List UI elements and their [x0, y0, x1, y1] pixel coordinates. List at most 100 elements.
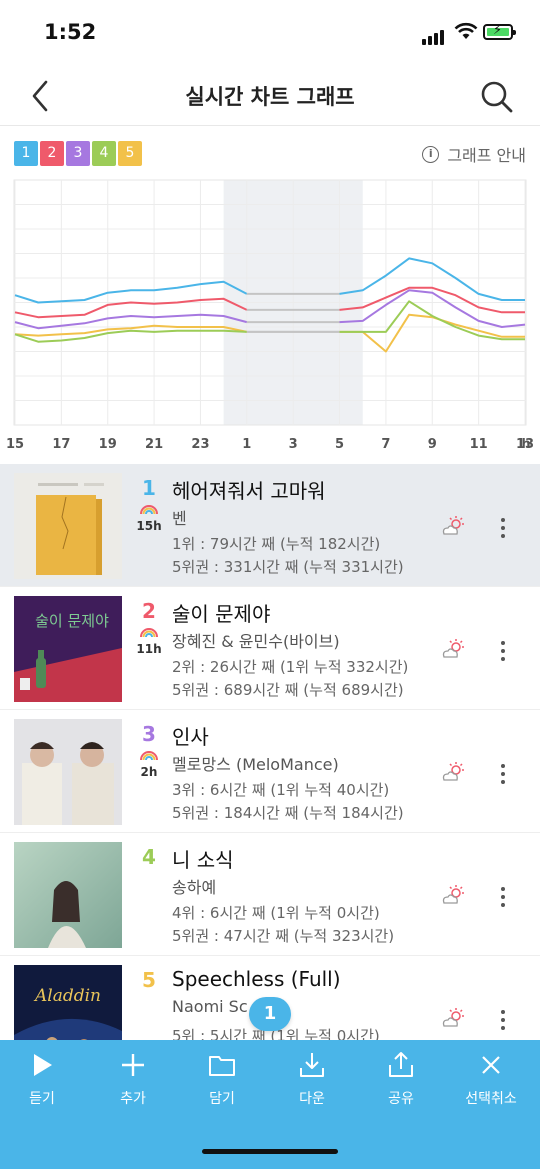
x-tick-label: 19	[99, 437, 117, 452]
info-icon: i	[422, 145, 440, 163]
graph-guide-label: 그래프 안내	[447, 146, 526, 165]
legend-rank-1: 1	[14, 141, 38, 166]
x-tick-label: 17	[52, 437, 70, 452]
cover-title: Aladdin	[33, 986, 101, 1006]
top5-stat: 5위권 : 689시간 째 (누적 689시간)	[172, 681, 404, 699]
cancel-selection-label: 선택취소	[465, 1091, 517, 1107]
status-bar: 1:52 ⚡	[0, 0, 540, 66]
signal-icon	[422, 26, 446, 45]
graph-guide-button[interactable]: i 그래프 안내	[422, 142, 526, 166]
x-tick-label: 9	[428, 437, 437, 452]
song-title: 인사	[172, 725, 209, 749]
rank-number: 5	[142, 968, 156, 992]
rank-number: 2	[142, 599, 156, 623]
rank-legend: 1 2 3 4 5	[14, 141, 144, 166]
more-icon[interactable]	[495, 639, 511, 663]
song-artist: 멜로망스 (MeloMance)	[172, 755, 339, 774]
more-icon[interactable]	[495, 885, 511, 909]
page-title: 실시간 차트 그래프	[185, 85, 355, 109]
cancel-selection-button[interactable]: 선택취소	[446, 1050, 536, 1108]
legend-rank-2: 2	[40, 141, 64, 166]
rank-number: 1	[142, 476, 156, 500]
rank-hours: 2h	[140, 765, 158, 779]
x-tick-label: 21	[145, 437, 163, 452]
selected-count-badge[interactable]: 1	[249, 997, 291, 1031]
top5-stat: 5위권 : 184시간 째 (누적 184시간)	[172, 804, 404, 822]
rank-hours: 11h	[136, 642, 162, 656]
cover-title: 술이 문제야	[35, 612, 109, 630]
app-header: 실시간 차트 그래프	[0, 66, 540, 126]
series-line-rank-4	[14, 329, 247, 343]
top5-stat: 5위권 : 47시간 째 (누적 323시간)	[172, 927, 395, 945]
rank-stat: 4위 : 6시간 째 (1위 누적 0시간)	[172, 904, 380, 922]
x-unit-label: h	[521, 437, 530, 452]
rank-stat: 3위 : 6시간 째 (1위 누적 40시간)	[172, 781, 390, 799]
x-tick-label: 5	[335, 437, 344, 452]
folder-icon	[209, 1056, 235, 1076]
more-icon[interactable]	[495, 1008, 511, 1032]
more-icon[interactable]	[495, 762, 511, 786]
song-row-4[interactable]: 4 니 소식 송하예 4위 : 6시간 째 (1위 누적 0시간) 5위권 : …	[0, 833, 540, 956]
add-button[interactable]: 추가	[88, 1050, 178, 1108]
song-artist: 벤	[172, 509, 187, 528]
song-artist: 장혜진 & 윤민수(바이브)	[172, 632, 340, 651]
song-row-1[interactable]: 1 15h 헤어져줘서 고마워 벤 1위 : 79시간 째 (누적 182시간)…	[0, 464, 540, 587]
rainbow-icon	[140, 751, 158, 760]
weather-icon[interactable]	[440, 514, 468, 538]
x-tick-label: 1	[242, 437, 251, 452]
close-icon	[482, 1056, 500, 1074]
realtime-chart: 15 17 19 21 23 1 3 5 7 9 11 13h	[6, 179, 534, 452]
search-icon[interactable]	[478, 78, 516, 116]
rank-number: 4	[142, 845, 156, 869]
x-tick-label: 11	[470, 437, 488, 452]
song-row-3[interactable]: 3 2h 인사 멜로망스 (MeloMance) 3위 : 6시간 째 (1위 …	[0, 710, 540, 833]
play-label: 듣기	[29, 1091, 55, 1107]
top5-stat: 5위권 : 331시간 째 (누적 331시간)	[172, 558, 404, 576]
plus-icon	[122, 1054, 144, 1076]
play-button[interactable]: 듣기	[0, 1050, 87, 1108]
weather-icon[interactable]	[440, 637, 468, 661]
download-button[interactable]: 다운	[267, 1050, 357, 1108]
song-title: 헤어져줘서 고마워	[172, 479, 326, 503]
more-icon[interactable]	[495, 516, 511, 540]
save-to-folder-button[interactable]: 담기	[177, 1050, 267, 1108]
song-title: 술이 문제야	[172, 602, 271, 626]
share-button[interactable]: 공유	[356, 1050, 446, 1108]
download-label: 다운	[299, 1091, 325, 1107]
album-cover[interactable]	[14, 842, 122, 948]
rank-hours: 15h	[136, 519, 162, 533]
album-cover[interactable]: 술이 문제야	[14, 596, 122, 702]
download-icon	[300, 1053, 324, 1077]
home-indicator	[202, 1149, 338, 1154]
play-icon	[34, 1054, 52, 1076]
weather-icon[interactable]	[440, 1006, 468, 1030]
save-to-folder-label: 담기	[209, 1091, 235, 1107]
add-label: 추가	[120, 1091, 146, 1107]
legend-rank-5: 5	[118, 141, 142, 166]
x-tick-label: 3	[289, 437, 298, 452]
song-list: 1 15h 헤어져줘서 고마워 벤 1위 : 79시간 째 (누적 182시간)…	[0, 464, 540, 1079]
x-tick-label: 15	[6, 437, 24, 452]
rainbow-icon	[140, 505, 158, 514]
album-cover[interactable]	[14, 473, 122, 579]
status-time: 1:52	[44, 20, 97, 44]
x-tick-label: 7	[381, 437, 390, 452]
chart-x-axis: 15 17 19 21 23 1 3 5 7 9 11 13h	[6, 437, 534, 452]
weather-icon[interactable]	[440, 883, 468, 907]
song-artist: Naomi Sc	[172, 997, 248, 1016]
song-row-2[interactable]: 술이 문제야 2 11h 술이 문제야 장혜진 & 윤민수(바이브) 2위 : …	[0, 587, 540, 710]
battery-icon: ⚡	[483, 23, 516, 40]
share-label: 공유	[388, 1091, 414, 1107]
legend-rank-3: 3	[66, 141, 90, 166]
weather-icon[interactable]	[440, 760, 468, 784]
rank-stat: 2위 : 26시간 째 (1위 누적 332시간)	[172, 658, 409, 676]
album-cover[interactable]	[14, 719, 122, 825]
song-title: Speechless (Full)	[172, 967, 341, 991]
song-title: 니 소식	[172, 848, 234, 872]
song-artist: 송하예	[172, 878, 217, 897]
x-tick-label: 23	[191, 437, 209, 452]
rank-number: 3	[142, 722, 156, 746]
rainbow-icon	[140, 628, 158, 637]
share-icon	[389, 1052, 413, 1077]
wifi-icon	[454, 22, 478, 39]
